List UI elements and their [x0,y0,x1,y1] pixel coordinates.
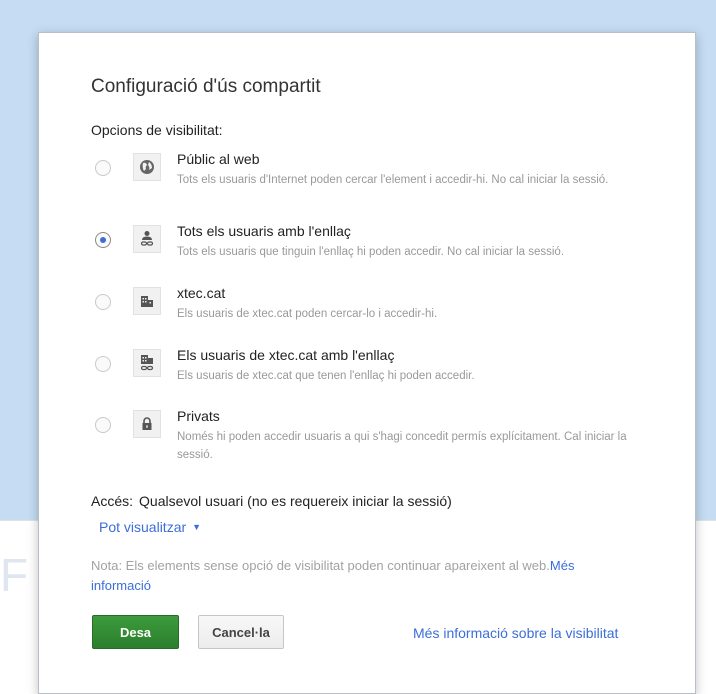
option-title: Els usuaris de xtec.cat amb l'enllaç [177,347,395,363]
radio-private[interactable] [95,417,111,433]
visibility-note: Nota: Els elements sense opció de visibi… [91,556,611,596]
access-label: Accés: [91,493,134,509]
permission-dropdown[interactable]: Pot visualitzar ▼ [99,519,201,535]
option-description: Només hi poden accedir usuaris a qui s'h… [177,431,627,461]
cancel-button[interactable]: Cancel·la [198,615,284,649]
access-summary: Accés: Qualsevol usuari (no es requereix … [91,493,452,509]
option-title: Tots els usuaris amb l'enllaç [177,223,351,239]
access-value: Qualsevol usuari (no es requereix inicia… [139,493,452,509]
option-description: Els usuaris de xtec.cat poden cercar-lo … [177,308,438,320]
option-title: xtec.cat [177,285,226,301]
chevron-down-icon: ▼ [192,522,202,532]
lock-icon [133,410,161,438]
radio-public[interactable] [95,160,111,176]
background-heading-fragment: F [0,549,31,601]
option-description: Tots els usuaris que tinguin l'enllaç hi… [177,246,565,258]
option-title: Públic al web [177,151,260,167]
globe-icon [133,153,161,181]
person-link-icon [133,225,161,253]
radio-domain[interactable] [95,294,111,310]
permission-dropdown-label: Pot visualitzar [99,519,187,535]
visibility-options-label: Opcions de visibilitat: [91,122,223,138]
radio-domain-with-link[interactable] [95,356,111,372]
visibility-info-link[interactable]: Més informació sobre la visibilitat [413,625,618,641]
radio-anyone-with-link[interactable] [95,232,111,248]
note-text: Nota: Els elements sense opció de visibi… [91,558,550,573]
option-title: Privats [177,408,220,424]
sharing-settings-dialog: Configuració d'ús compartit Opcions de v… [38,32,696,694]
save-button[interactable]: Desa [92,615,179,649]
building-link-icon [133,349,161,377]
option-description: Tots els usuaris d'Internet poden cercar… [177,174,609,186]
option-description: Els usuaris de xtec.cat que tenen l'enll… [177,370,475,382]
building-icon [133,287,161,315]
dialog-title: Configuració d'ús compartit [91,76,321,97]
